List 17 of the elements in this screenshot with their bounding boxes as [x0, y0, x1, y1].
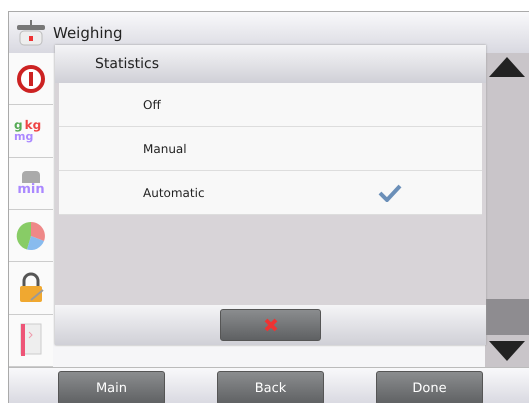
option-label: Automatic: [143, 186, 206, 200]
scroll-thumb[interactable]: [485, 299, 529, 335]
footer-button[interactable]: Main: [58, 371, 165, 403]
close-icon: [262, 317, 278, 333]
units-icon[interactable]: g kg mg: [14, 119, 48, 142]
info-icon[interactable]: [16, 64, 46, 94]
scroll-down-arrow-icon[interactable]: [489, 341, 525, 361]
padlock-icon[interactable]: [17, 272, 45, 304]
screen-title: Weighing: [53, 24, 123, 42]
scrollbar[interactable]: [485, 53, 529, 367]
scale-icon: [15, 18, 47, 46]
option-label: Manual: [143, 142, 188, 156]
footer-button[interactable]: Back: [217, 371, 324, 403]
scroll-up-arrow-icon[interactable]: [489, 57, 525, 77]
dialog-title: Statistics: [95, 56, 159, 72]
option-label: Off: [143, 98, 162, 112]
footer-button[interactable]: Done: [376, 371, 483, 403]
